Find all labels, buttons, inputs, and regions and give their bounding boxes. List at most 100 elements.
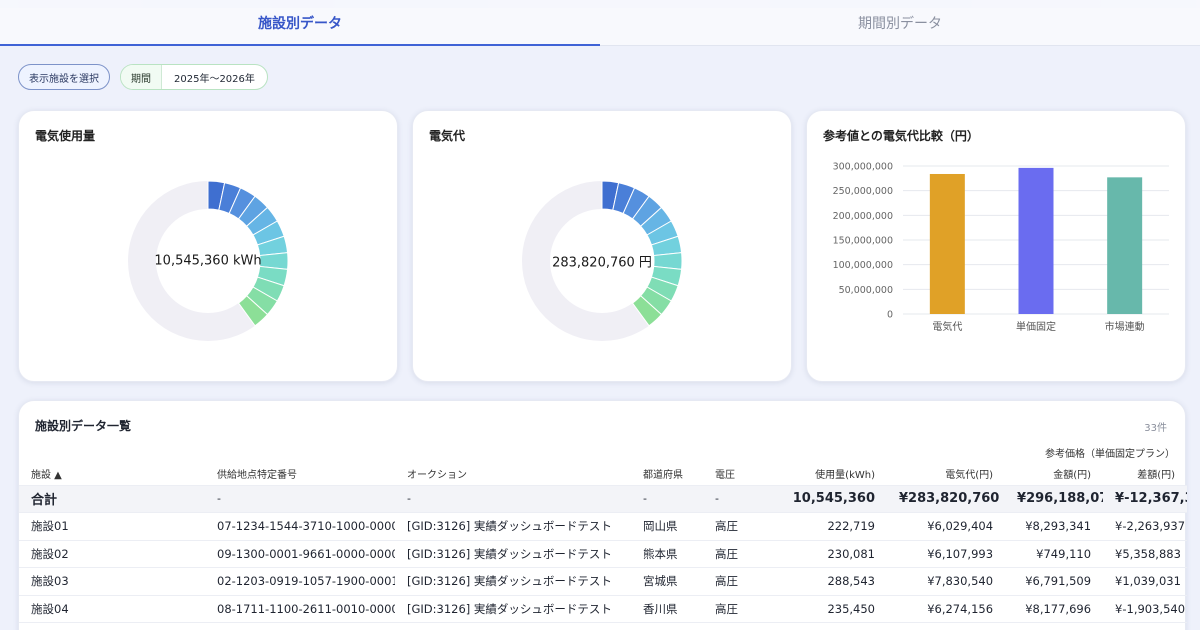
col-supply-point-cell — [205, 622, 395, 630]
y-tick-label: 50,000,000 — [839, 285, 893, 296]
col-facility-cell: 施設02 — [19, 539, 205, 568]
facility-table-card: 施設別データ一覧 33件 参考価格（単価固定プラン） 施設 ▲ 供給地点特定番号 オ… — [18, 400, 1188, 630]
col-voltage-cell — [703, 622, 759, 630]
bar-3[interactable] — [1107, 177, 1143, 314]
filter-bar: 表示施設を選択 期間 2025年〜2026年 — [18, 64, 268, 90]
col-supply-point-cell: 09-1300-0001-9661-0000-0000 — [205, 539, 395, 568]
col-supply-point-total: - — [205, 484, 395, 513]
table-row[interactable]: 施設05 — [19, 622, 1188, 630]
x-tick-label: 市場連動 — [1105, 320, 1145, 333]
col-prefecture-cell: 宮城県 — [631, 567, 703, 595]
col-ref-diff-cell: ¥1,039,031 — [1103, 567, 1188, 595]
table-row[interactable]: 施設04 08-1711-1100-2611-0010-0000 [GID:3126… — [19, 594, 1188, 623]
col-cost-cell — [887, 622, 1006, 630]
usage-card-title: 電気使用量 — [35, 129, 96, 143]
tab-bar: 施設別データ 期間別データ — [0, 0, 1200, 46]
col-voltage-cell: 高圧 — [703, 567, 759, 595]
col-ref-diff-total: ¥-12,367,317 — [1103, 484, 1188, 513]
col-cost-cell: ¥6,107,993 — [887, 539, 1006, 568]
period-filter[interactable]: 期間 2025年〜2026年 — [120, 64, 268, 90]
col-auction-cell: [GID:3126] 実績ダッシュボードテスト — [395, 594, 631, 623]
col-supply-point-header: 供給地点特定番号 — [217, 470, 297, 482]
reference-price-group-header: 参考価格（単価固定プラン） — [1045, 448, 1176, 460]
col-ref-diff-cell — [1103, 622, 1188, 630]
tab-facility-data[interactable]: 施設別データ — [0, 0, 600, 46]
cost-card-title: 電気代 — [429, 129, 466, 143]
col-ref-diff-cell: ¥5,358,883 — [1103, 539, 1188, 568]
col-voltage-cell: 高圧 — [703, 539, 759, 568]
col-prefecture-cell — [631, 622, 703, 630]
col-usage-header: 使用量(kWh) — [815, 470, 875, 482]
col-facility-cell: 施設05 — [19, 622, 205, 630]
col-facility-cell: 施設01 — [19, 512, 205, 540]
col-ref-amount-cell — [1005, 622, 1104, 630]
table-total-row: 合計----10,545,360¥283,820,760¥296,188,077… — [19, 484, 1188, 513]
col-cost-cell: ¥6,274,156 — [887, 594, 1006, 623]
cost-card: 電気代 283,820,760 円 — [412, 110, 792, 382]
col-ref-amount-cell: ¥8,293,341 — [1005, 512, 1104, 540]
y-tick-label: 150,000,000 — [833, 236, 893, 247]
select-facilities-button[interactable]: 表示施設を選択 — [18, 64, 110, 90]
col-ref-amount-cell: ¥749,110 — [1005, 539, 1104, 568]
compare-card: 参考値との電気代比較（円） 300,000,000 250,000,000 200,… — [806, 110, 1186, 382]
bar-1[interactable] — [929, 173, 965, 314]
col-voltage-total: - — [703, 484, 759, 513]
table-title: 施設別データ一覧 — [35, 419, 132, 433]
x-tick-label: 単価固定 — [1016, 320, 1056, 333]
col-ref-amount-cell: ¥6,791,509 — [1005, 567, 1104, 595]
y-tick-label: 100,000,000 — [833, 260, 893, 271]
period-value: 2025年〜2026年 — [174, 73, 255, 85]
period-label: 期間 — [121, 65, 162, 89]
usage-card: 電気使用量 10,545,360 kWh — [18, 110, 398, 382]
bar-2[interactable] — [1018, 167, 1054, 314]
col-auction-cell: [GID:3126] 実績ダッシュボードテスト — [395, 567, 631, 595]
col-usage-cell: 230,081 — [759, 539, 887, 568]
col-facility-cell: 施設03 — [19, 567, 205, 595]
col-auction-cell — [395, 622, 631, 630]
table-count: 33件 — [1144, 423, 1167, 434]
y-tick-label: 0 — [887, 310, 893, 321]
col-supply-point-cell: 02-1203-0919-1057-1900-0001 — [205, 567, 395, 595]
y-tick-label: 300,000,000 — [833, 162, 893, 173]
tab-period-data[interactable]: 期間別データ — [600, 0, 1200, 45]
col-usage-cell: 222,719 — [759, 512, 887, 540]
col-auction-total: - — [395, 484, 631, 513]
col-prefecture-cell: 香川県 — [631, 594, 703, 623]
col-cost-header: 電気代(円) — [945, 470, 994, 482]
y-tick-label: 250,000,000 — [833, 186, 893, 197]
col-voltage-cell: 高圧 — [703, 594, 759, 623]
table-row[interactable]: 施設02 09-1300-0001-9661-0000-0000 [GID:3126… — [19, 539, 1188, 568]
compare-bar-chart: 300,000,000 250,000,000 200,000,000 150,000… — [833, 162, 1169, 333]
x-tick-label: 電気代 — [932, 320, 962, 333]
col-cost-cell: ¥7,830,540 — [887, 567, 1006, 595]
col-ref-amount-cell: ¥8,177,696 — [1005, 594, 1104, 623]
col-cost-total: ¥283,820,760 — [887, 484, 1006, 513]
col-usage-cell — [759, 622, 887, 630]
col-ref-diff-cell: ¥-1,903,540 — [1103, 594, 1188, 623]
cost-total: 283,820,760 円 — [552, 255, 652, 271]
col-prefecture-cell: 熊本県 — [631, 539, 703, 568]
col-usage-total: 10,545,360 — [759, 484, 887, 513]
usage-total: 10,545,360 kWh — [154, 253, 262, 269]
col-facility-total: 合計 — [19, 484, 205, 513]
table-row[interactable]: 施設03 02-1203-0919-1057-1900-0001 [GID:3126… — [19, 567, 1188, 595]
y-tick-label: 200,000,000 — [833, 211, 893, 222]
col-supply-point-cell: 08-1711-1100-2611-0010-0000 — [205, 594, 395, 623]
col-prefecture-cell: 岡山県 — [631, 512, 703, 540]
col-prefecture-header: 都道府県 — [643, 470, 683, 482]
table-row[interactable]: 施設01 07-1234-1544-3710-1000-0000 [GID:3126… — [19, 512, 1188, 540]
col-ref-diff-cell: ¥-2,263,937 — [1103, 512, 1188, 540]
col-auction-header: オークション — [407, 470, 467, 482]
facility-table: 参考価格（単価固定プラン） 施設 ▲ 供給地点特定番号 オークション 都道府県 電圧 使用… — [19, 441, 1188, 630]
col-facility-header[interactable]: 施設 ▲ — [19, 463, 205, 485]
col-usage-cell: 235,450 — [759, 594, 887, 623]
col-voltage-cell: 高圧 — [703, 512, 759, 540]
col-prefecture-total: - — [631, 484, 703, 513]
col-usage-cell: 288,543 — [759, 567, 887, 595]
col-auction-cell: [GID:3126] 実績ダッシュボードテスト — [395, 539, 631, 568]
col-voltage-header: 電圧 — [715, 470, 735, 482]
col-facility-cell: 施設04 — [19, 594, 205, 623]
col-ref-amount-header: 金額(円) — [1053, 470, 1092, 482]
col-cost-cell: ¥6,029,404 — [887, 512, 1006, 540]
col-auction-cell: [GID:3126] 実績ダッシュボードテスト — [395, 512, 631, 540]
